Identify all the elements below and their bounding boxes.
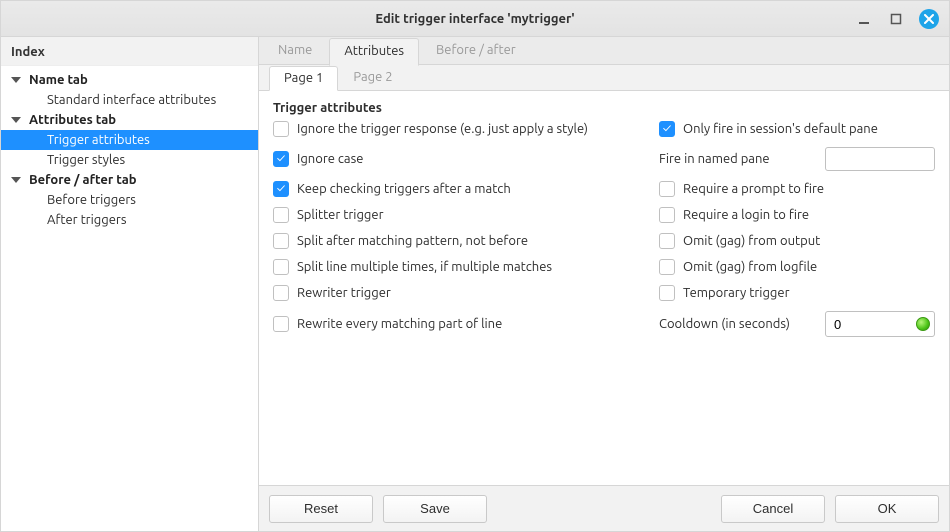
main-tabs: Name Attributes Before / after [259,37,949,65]
field-label: Cooldown (in seconds) [659,317,815,331]
row-split-after: Split after matching pattern, not before [273,233,653,249]
checkbox-label: Omit (gag) from logfile [683,260,817,274]
subtab-page-2[interactable]: Page 2 [338,65,407,90]
tab-attributes[interactable]: Attributes [329,38,419,66]
page-content: Trigger attributes Ignore the trigger re… [259,91,949,485]
checkbox-label: Ignore case [297,152,363,166]
checkbox-omit-logfile[interactable] [659,259,675,275]
row-ignore-response: Ignore the trigger response (e.g. just a… [273,121,653,137]
checkbox-label: Omit (gag) from output [683,234,820,248]
sidebar-item-label: Trigger attributes [47,133,150,147]
checkbox-splitter[interactable] [273,207,289,223]
row-rewrite-every: Rewrite every matching part of line [273,316,653,332]
subtab-page-1[interactable]: Page 1 [269,66,338,91]
checkbox-label: Split after matching pattern, not before [297,234,528,248]
chevron-down-icon [11,77,21,83]
checkbox-label: Rewriter trigger [297,286,391,300]
row-rewriter: Rewriter trigger [273,285,653,301]
sidebar-item-standard-interface-attributes[interactable]: Standard interface attributes [1,90,258,110]
sidebar-item-trigger-attributes[interactable]: Trigger attributes [1,130,258,150]
tab-name[interactable]: Name [263,37,327,65]
checkbox-label: Rewrite every matching part of line [297,317,502,331]
title-bar: Edit trigger interface 'mytrigger' [1,1,949,37]
checkbox-keep-checking[interactable] [273,181,289,197]
ok-button[interactable]: OK [835,495,939,523]
sidebar-group-label: Attributes tab [29,113,116,127]
row-temporary: Temporary trigger [659,285,935,301]
reset-button[interactable]: Reset [269,495,373,523]
row-keep-checking: Keep checking triggers after a match [273,181,653,197]
sidebar-item-label: After triggers [47,213,126,227]
sidebar-item-label: Before triggers [47,193,136,207]
checkbox-only-default-pane[interactable] [659,121,675,137]
content-area: Name Attributes Before / after Page 1 Pa… [259,37,949,531]
row-omit-logfile: Omit (gag) from logfile [659,259,935,275]
section-title: Trigger attributes [273,101,935,115]
attributes-grid: Ignore the trigger response (e.g. just a… [273,121,935,337]
checkbox-label: Splitter trigger [297,208,384,222]
sidebar-group-label: Before / after tab [29,173,137,187]
checkbox-split-after[interactable] [273,233,289,249]
checkbox-label: Temporary trigger [683,286,790,300]
row-omit-output: Omit (gag) from output [659,233,935,249]
checkbox-require-login[interactable] [659,207,675,223]
checkbox-rewriter[interactable] [273,285,289,301]
chevron-down-icon [11,177,21,183]
sidebar-item-before-triggers[interactable]: Before triggers [1,190,258,210]
checkbox-label: Only fire in session's default pane [683,122,878,136]
checkbox-label: Keep checking triggers after a match [297,182,511,196]
checkbox-ignore-case[interactable] [273,151,289,167]
window-title: Edit trigger interface 'mytrigger' [1,12,949,26]
row-require-login: Require a login to fire [659,207,935,223]
sub-tabs: Page 1 Page 2 [259,65,949,91]
button-bar: Reset Save Cancel OK [259,485,949,531]
sidebar-group-name-tab[interactable]: Name tab [1,70,258,90]
row-split-multiple: Split line multiple times, if multiple m… [273,259,653,275]
row-named-pane: Fire in named pane [659,147,935,171]
checkbox-ignore-response[interactable] [273,121,289,137]
row-splitter: Splitter trigger [273,207,653,223]
row-cooldown: Cooldown (in seconds) [659,311,935,337]
checkbox-split-multiple[interactable] [273,259,289,275]
field-label: Fire in named pane [659,152,815,166]
named-pane-input[interactable] [825,147,935,171]
checkbox-label: Require a login to fire [683,208,809,222]
sidebar-group-label: Name tab [29,73,88,87]
sidebar-item-trigger-styles[interactable]: Trigger styles [1,150,258,170]
spin-indicator-icon [916,317,930,331]
cooldown-spinbutton[interactable] [825,311,935,337]
sidebar-header: Index [1,37,258,66]
chevron-down-icon [11,117,21,123]
tab-before-after[interactable]: Before / after [421,37,531,65]
cancel-button[interactable]: Cancel [721,495,825,523]
row-ignore-case: Ignore case [273,151,653,167]
row-only-default-pane: Only fire in session's default pane [659,121,935,137]
sidebar-item-label: Standard interface attributes [47,93,216,107]
checkbox-label: Require a prompt to fire [683,182,824,196]
sidebar-group-attributes-tab[interactable]: Attributes tab [1,110,258,130]
save-button[interactable]: Save [383,495,487,523]
checkbox-require-prompt[interactable] [659,181,675,197]
sidebar-item-after-triggers[interactable]: After triggers [1,210,258,230]
row-require-prompt: Require a prompt to fire [659,181,935,197]
checkbox-rewrite-every[interactable] [273,316,289,332]
sidebar-group-before-after-tab[interactable]: Before / after tab [1,170,258,190]
checkbox-omit-output[interactable] [659,233,675,249]
sidebar-tree: Name tab Standard interface attributes A… [1,66,258,531]
checkbox-label: Ignore the trigger response (e.g. just a… [297,122,588,136]
sidebar: Index Name tab Standard interface attrib… [1,37,259,531]
checkbox-label: Split line multiple times, if multiple m… [297,260,552,274]
cooldown-input[interactable] [832,316,892,333]
sidebar-item-label: Trigger styles [47,153,125,167]
checkbox-temporary[interactable] [659,285,675,301]
